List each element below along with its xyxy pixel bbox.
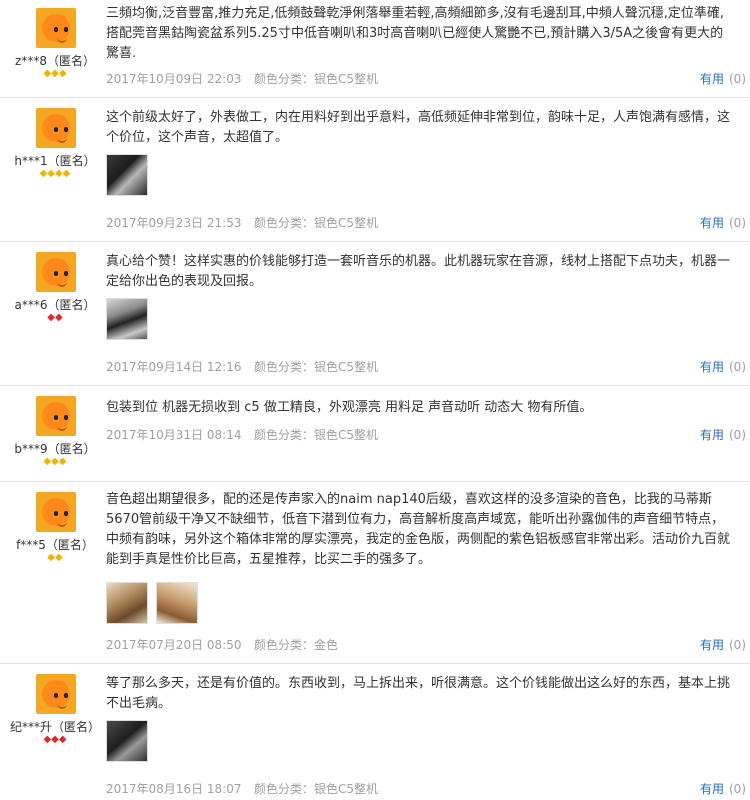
review-photo[interactable]: [106, 154, 148, 196]
review-text: 音色超出期望很多，配的还是传声家入的naim nap140后级，喜欢这样的没多渲…: [106, 492, 731, 567]
useful-button[interactable]: 有用: [700, 636, 724, 654]
reviewer-level-badge: ◆◆◆◆: [39, 168, 71, 179]
useful-button[interactable]: 有用: [700, 358, 724, 376]
review-content: 音色超出期望很多，配的还是传声家入的naim nap140后级，喜欢这样的没多渲…: [106, 490, 730, 624]
review-date: 2017年07月20日 08:50: [106, 638, 242, 652]
review-photos: [106, 154, 730, 196]
avatar[interactable]: [36, 396, 76, 436]
review-item: b***9（匿名） ◆◆◆ 包装到位 机器无损收到 c5 做工精良，外观漂亮 用…: [0, 386, 750, 482]
reviewer-name[interactable]: 纪***升（匿名）: [0, 718, 110, 735]
reviewer-name[interactable]: z***8（匿名）: [0, 52, 110, 69]
useful-count: (0): [729, 638, 746, 652]
review-date: 2017年10月31日 08:14: [106, 428, 242, 442]
useful-count: (0): [729, 216, 746, 230]
review-meta: 2017年09月23日 21:53 颜色分类：银色C5整机 有用 (0): [106, 214, 750, 232]
review-photos: [106, 298, 730, 340]
review-photo[interactable]: [106, 298, 148, 340]
review-content: 三頻均衡,泛音豐富,推力充足,低頻鼓聲乾淨俐落舉重若輕,高頻細節多,沒有毛邊刮耳…: [106, 4, 730, 64]
reviewer-level-badge: ◆◆: [47, 312, 63, 323]
review-date: 2017年10月09日 22:03: [106, 72, 242, 86]
review-text: 包装到位 机器无损收到 c5 做工精良，外观漂亮 用料足 声音动听 动态大 物有…: [106, 400, 593, 415]
useful-button[interactable]: 有用: [700, 426, 724, 444]
review-item: z***8（匿名） ◆◆◆ 三頻均衡,泛音豐富,推力充足,低頻鼓聲乾淨俐落舉重若…: [0, 0, 750, 98]
review-text: 这个前级太好了，外表做工，内在用料好到出乎意料，高低频延伸非常到位，韵味十足，人…: [106, 110, 731, 145]
reviewer-name[interactable]: a***6（匿名）: [0, 296, 110, 313]
review-spec: 颜色分类：银色C5整机: [254, 216, 379, 230]
review-photo[interactable]: [106, 582, 148, 624]
review-spec: 颜色分类：银色C5整机: [254, 360, 379, 374]
review-content: 这个前级太好了，外表做工，内在用料好到出乎意料，高低频延伸非常到位，韵味十足，人…: [106, 108, 730, 196]
review-text: 三頻均衡,泛音豐富,推力充足,低頻鼓聲乾淨俐落舉重若輕,高頻細節多,沒有毛邊刮耳…: [106, 6, 725, 61]
avatar[interactable]: [36, 8, 76, 48]
useful-button[interactable]: 有用: [700, 70, 724, 88]
reviewer-level-badge: ◆◆◆: [43, 456, 67, 467]
review-photo[interactable]: [156, 582, 198, 624]
review-meta: 2017年09月14日 12:16 颜色分类：银色C5整机 有用 (0): [106, 358, 750, 376]
review-content: 真心给个赞！这样实惠的价钱能够打造一套听音乐的机器。此机器玩家在音源，线材上搭配…: [106, 252, 730, 340]
review-item: 纪***升（匿名） ◆◆◆ 等了那么多天，还是有价值的。东西收到，马上拆出来，听…: [0, 664, 750, 800]
review-spec: 颜色分类：银色C5整机: [254, 428, 379, 442]
review-meta: 2017年08月16日 18:07 颜色分类：银色C5整机 有用 (0): [106, 780, 750, 798]
useful-button[interactable]: 有用: [700, 214, 724, 232]
useful-count: (0): [729, 72, 746, 86]
useful-count: (0): [729, 360, 746, 374]
reviewer-name[interactable]: b***9（匿名）: [0, 440, 110, 457]
review-photos: [106, 720, 730, 762]
reviewer-name[interactable]: h***1（匿名）: [0, 152, 110, 169]
review-item: h***1（匿名） ◆◆◆◆ 这个前级太好了，外表做工，内在用料好到出乎意料，高…: [0, 98, 750, 242]
avatar[interactable]: [36, 492, 76, 532]
review-meta: 2017年07月20日 08:50 颜色分类：金色 有用 (0): [106, 636, 750, 654]
useful-button[interactable]: 有用: [700, 780, 724, 798]
reviewer-level-badge: ◆◆◆: [43, 734, 67, 745]
reviewer-name[interactable]: f***5（匿名）: [0, 536, 110, 553]
useful-count: (0): [729, 428, 746, 442]
reviewer-level-badge: ◆◆: [47, 552, 63, 563]
review-spec: 颜色分类：金色: [254, 638, 339, 652]
review-item: a***6（匿名） ◆◆ 真心给个赞！这样实惠的价钱能够打造一套听音乐的机器。此…: [0, 242, 750, 386]
review-text: 等了那么多天，还是有价值的。东西收到，马上拆出来，听很满意。这个价钱能做出这么好…: [106, 676, 731, 711]
review-photo[interactable]: [106, 720, 148, 762]
review-date: 2017年09月23日 21:53: [106, 216, 242, 230]
avatar[interactable]: [36, 674, 76, 714]
review-meta: 2017年10月31日 08:14 颜色分类：银色C5整机 有用 (0): [106, 426, 750, 444]
review-meta: 2017年10月09日 22:03 颜色分类：银色C5整机 有用 (0): [106, 70, 750, 88]
reviewer-level-badge: ◆◆◆: [43, 68, 67, 79]
review-text: 真心给个赞！这样实惠的价钱能够打造一套听音乐的机器。此机器玩家在音源，线材上搭配…: [106, 254, 731, 289]
avatar[interactable]: [36, 252, 76, 292]
review-date: 2017年09月14日 12:16: [106, 360, 242, 374]
review-date: 2017年08月16日 18:07: [106, 782, 242, 796]
useful-count: (0): [729, 782, 746, 796]
avatar[interactable]: [36, 108, 76, 148]
review-content: 等了那么多天，还是有价值的。东西收到，马上拆出来，听很满意。这个价钱能做出这么好…: [106, 674, 730, 762]
review-item: f***5（匿名） ◆◆ 音色超出期望很多，配的还是传声家入的naim nap1…: [0, 482, 750, 664]
review-photos: [106, 582, 730, 624]
review-content: 包装到位 机器无损收到 c5 做工精良，外观漂亮 用料足 声音动听 动态大 物有…: [106, 398, 730, 418]
review-spec: 颜色分类：银色C5整机: [254, 782, 379, 796]
review-spec: 颜色分类：银色C5整机: [254, 72, 379, 86]
